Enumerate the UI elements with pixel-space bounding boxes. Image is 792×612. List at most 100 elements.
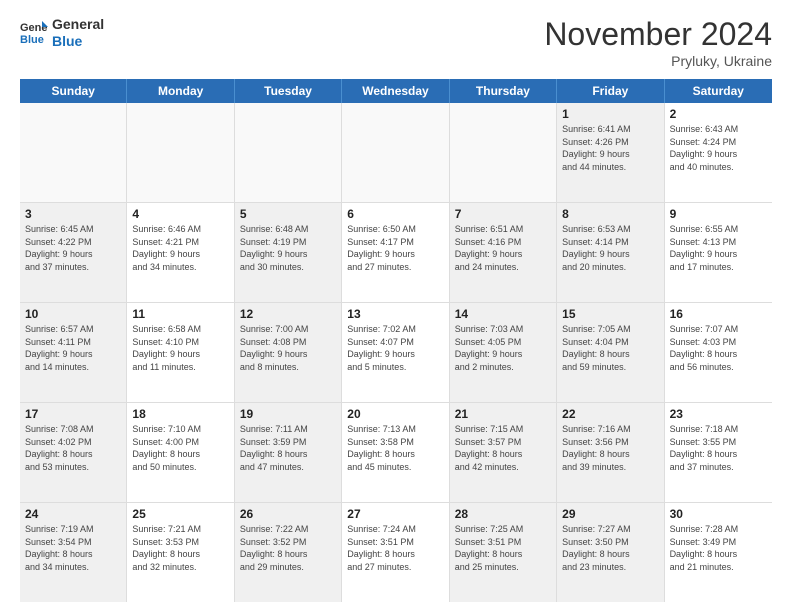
calendar-row-5: 24 Sunrise: 7:19 AM Sunset: 3:54 PM Dayli… (20, 503, 772, 602)
day-info: Sunrise: 7:19 AM Sunset: 3:54 PM Dayligh… (25, 523, 121, 573)
calendar-body: 1 Sunrise: 6:41 AM Sunset: 4:26 PM Daylig… (20, 103, 772, 602)
day-number: 20 (347, 407, 443, 421)
calendar-cell: 14 Sunrise: 7:03 AM Sunset: 4:05 PM Dayli… (450, 303, 557, 402)
calendar-row-3: 10Sunrise: 6:57 AM Sunset: 4:11 PM Dayli… (20, 303, 772, 403)
day-info: Sunrise: 7:13 AM Sunset: 3:58 PM Dayligh… (347, 423, 443, 473)
day-info: Sunrise: 6:45 AM Sunset: 4:22 PM Dayligh… (25, 223, 121, 273)
day-info: Sunrise: 6:55 AM Sunset: 4:13 PM Dayligh… (670, 223, 767, 273)
calendar-cell: 27 Sunrise: 7:24 AM Sunset: 3:51 PM Dayli… (342, 503, 449, 602)
header-day-friday: Friday (557, 79, 664, 103)
day-number: 3 (25, 207, 121, 221)
calendar-cell: 11 Sunrise: 6:58 AM Sunset: 4:10 PM Dayli… (127, 303, 234, 402)
calendar-cell (342, 103, 449, 202)
day-number: 16 (670, 307, 767, 321)
calendar-cell: 8Sunrise: 6:53 AM Sunset: 4:14 PM Daylig… (557, 203, 664, 302)
day-number: 11 (132, 307, 228, 321)
day-number: 18 (132, 407, 228, 421)
day-info: Sunrise: 6:51 AM Sunset: 4:16 PM Dayligh… (455, 223, 551, 273)
day-info: Sunrise: 7:02 AM Sunset: 4:07 PM Dayligh… (347, 323, 443, 373)
day-info: Sunrise: 7:00 AM Sunset: 4:08 PM Dayligh… (240, 323, 336, 373)
day-info: Sunrise: 6:46 AM Sunset: 4:21 PM Dayligh… (132, 223, 228, 273)
header-day-wednesday: Wednesday (342, 79, 449, 103)
day-number: 21 (455, 407, 551, 421)
calendar-cell: 29 Sunrise: 7:27 AM Sunset: 3:50 PM Dayli… (557, 503, 664, 602)
day-number: 15 (562, 307, 658, 321)
day-number: 8 (562, 207, 658, 221)
day-info: Sunrise: 7:21 AM Sunset: 3:53 PM Dayligh… (132, 523, 228, 573)
calendar-cell: 25 Sunrise: 7:21 AM Sunset: 3:53 PM Dayli… (127, 503, 234, 602)
day-number: 13 (347, 307, 443, 321)
day-number: 7 (455, 207, 551, 221)
calendar-cell: 26 Sunrise: 7:22 AM Sunset: 3:52 PM Dayli… (235, 503, 342, 602)
logo-blue-text: Blue (52, 33, 104, 50)
day-number: 12 (240, 307, 336, 321)
day-number: 27 (347, 507, 443, 521)
header-day-saturday: Saturday (665, 79, 772, 103)
day-info: Sunrise: 7:16 AM Sunset: 3:56 PM Dayligh… (562, 423, 658, 473)
day-number: 24 (25, 507, 121, 521)
calendar-cell: 20 Sunrise: 7:13 AM Sunset: 3:58 PM Dayli… (342, 403, 449, 502)
calendar-cell (450, 103, 557, 202)
day-info: Sunrise: 7:15 AM Sunset: 3:57 PM Dayligh… (455, 423, 551, 473)
calendar-cell (20, 103, 127, 202)
calendar-cell: 10Sunrise: 6:57 AM Sunset: 4:11 PM Dayli… (20, 303, 127, 402)
day-info: Sunrise: 7:10 AM Sunset: 4:00 PM Dayligh… (132, 423, 228, 473)
calendar-cell: 13 Sunrise: 7:02 AM Sunset: 4:07 PM Dayli… (342, 303, 449, 402)
day-info: Sunrise: 7:03 AM Sunset: 4:05 PM Dayligh… (455, 323, 551, 373)
day-info: Sunrise: 7:05 AM Sunset: 4:04 PM Dayligh… (562, 323, 658, 373)
calendar-row-2: 3 Sunrise: 6:45 AM Sunset: 4:22 PM Daylig… (20, 203, 772, 303)
calendar-cell: 17Sunrise: 7:08 AM Sunset: 4:02 PM Dayli… (20, 403, 127, 502)
day-info: Sunrise: 7:18 AM Sunset: 3:55 PM Dayligh… (670, 423, 767, 473)
header: General Blue General Blue November 2024 … (20, 16, 772, 69)
title-block: November 2024 Pryluky, Ukraine (544, 16, 772, 69)
calendar-cell: 18 Sunrise: 7:10 AM Sunset: 4:00 PM Dayli… (127, 403, 234, 502)
day-number: 9 (670, 207, 767, 221)
day-info: Sunrise: 6:43 AM Sunset: 4:24 PM Dayligh… (670, 123, 767, 173)
month-title: November 2024 (544, 16, 772, 53)
day-number: 26 (240, 507, 336, 521)
calendar-cell: 21 Sunrise: 7:15 AM Sunset: 3:57 PM Dayli… (450, 403, 557, 502)
day-number: 14 (455, 307, 551, 321)
day-info: Sunrise: 7:24 AM Sunset: 3:51 PM Dayligh… (347, 523, 443, 573)
day-number: 30 (670, 507, 767, 521)
calendar-cell: 1 Sunrise: 6:41 AM Sunset: 4:26 PM Daylig… (557, 103, 664, 202)
day-number: 6 (347, 207, 443, 221)
calendar-cell: 15 Sunrise: 7:05 AM Sunset: 4:04 PM Dayli… (557, 303, 664, 402)
day-info: Sunrise: 7:27 AM Sunset: 3:50 PM Dayligh… (562, 523, 658, 573)
calendar-cell: 3 Sunrise: 6:45 AM Sunset: 4:22 PM Daylig… (20, 203, 127, 302)
day-number: 5 (240, 207, 336, 221)
day-number: 23 (670, 407, 767, 421)
calendar: SundayMondayTuesdayWednesdayThursdayFrid… (20, 79, 772, 602)
logo: General Blue General Blue (20, 16, 104, 50)
header-day-monday: Monday (127, 79, 234, 103)
calendar-cell: 5 Sunrise: 6:48 AM Sunset: 4:19 PM Daylig… (235, 203, 342, 302)
calendar-cell: 7 Sunrise: 6:51 AM Sunset: 4:16 PM Daylig… (450, 203, 557, 302)
day-number: 19 (240, 407, 336, 421)
day-number: 2 (670, 107, 767, 121)
calendar-cell: 9 Sunrise: 6:55 AM Sunset: 4:13 PM Daylig… (665, 203, 772, 302)
day-number: 4 (132, 207, 228, 221)
day-number: 1 (562, 107, 658, 121)
calendar-cell: 23 Sunrise: 7:18 AM Sunset: 3:55 PM Dayli… (665, 403, 772, 502)
calendar-cell: 12 Sunrise: 7:00 AM Sunset: 4:08 PM Dayli… (235, 303, 342, 402)
calendar-cell: 30Sunrise: 7:28 AM Sunset: 3:49 PM Dayli… (665, 503, 772, 602)
day-info: Sunrise: 7:11 AM Sunset: 3:59 PM Dayligh… (240, 423, 336, 473)
day-info: Sunrise: 7:08 AM Sunset: 4:02 PM Dayligh… (25, 423, 121, 473)
calendar-cell: 22Sunrise: 7:16 AM Sunset: 3:56 PM Dayli… (557, 403, 664, 502)
calendar-cell: 16 Sunrise: 7:07 AM Sunset: 4:03 PM Dayli… (665, 303, 772, 402)
day-info: Sunrise: 6:58 AM Sunset: 4:10 PM Dayligh… (132, 323, 228, 373)
calendar-row-4: 17Sunrise: 7:08 AM Sunset: 4:02 PM Dayli… (20, 403, 772, 503)
day-number: 25 (132, 507, 228, 521)
day-info: Sunrise: 7:07 AM Sunset: 4:03 PM Dayligh… (670, 323, 767, 373)
day-info: Sunrise: 6:48 AM Sunset: 4:19 PM Dayligh… (240, 223, 336, 273)
day-info: Sunrise: 7:25 AM Sunset: 3:51 PM Dayligh… (455, 523, 551, 573)
day-info: Sunrise: 7:22 AM Sunset: 3:52 PM Dayligh… (240, 523, 336, 573)
day-info: Sunrise: 6:50 AM Sunset: 4:17 PM Dayligh… (347, 223, 443, 273)
subtitle: Pryluky, Ukraine (544, 53, 772, 69)
svg-text:Blue: Blue (20, 34, 44, 46)
day-number: 28 (455, 507, 551, 521)
day-number: 29 (562, 507, 658, 521)
day-info: Sunrise: 6:41 AM Sunset: 4:26 PM Dayligh… (562, 123, 658, 173)
header-day-thursday: Thursday (450, 79, 557, 103)
logo-general-text: General (52, 16, 104, 33)
